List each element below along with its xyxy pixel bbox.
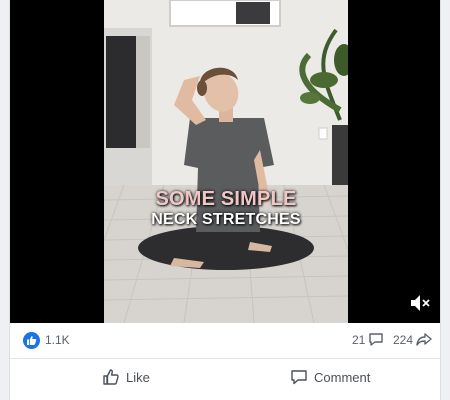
like-button-label: Like — [126, 369, 150, 385]
video-caption-line2: NECK STRETCHES — [151, 211, 301, 228]
video-scene — [104, 0, 348, 323]
comment-outline-icon — [291, 370, 307, 385]
post-actions-bar: Like Comment — [10, 359, 440, 395]
post-stats-bar: 1.1K 21 224 — [10, 323, 440, 359]
reaction-count[interactable]: 1.1K — [45, 333, 70, 347]
comment-count-link[interactable]: 21 — [352, 332, 384, 347]
comment-button[interactable]: Comment — [290, 362, 370, 392]
comment-bubble-icon — [369, 333, 384, 346]
share-arrow-icon — [416, 333, 432, 346]
post-card: SOME SIMPLE NECK STRETCHES 1.1K 21 224 L… — [9, 0, 441, 400]
video-frame[interactable]: SOME SIMPLE NECK STRETCHES — [104, 0, 348, 323]
share-count-link[interactable]: 224 — [393, 332, 432, 347]
like-outline-icon — [103, 369, 119, 385]
like-thumb-icon[interactable] — [23, 332, 40, 349]
comment-count: 21 — [352, 332, 366, 347]
video-caption-line1: SOME SIMPLE — [155, 188, 297, 210]
video-player[interactable]: SOME SIMPLE NECK STRETCHES — [10, 0, 440, 323]
speaker-muted-icon[interactable] — [408, 292, 432, 314]
like-button[interactable]: Like — [102, 362, 150, 392]
share-count: 224 — [393, 332, 414, 347]
comment-button-label: Comment — [314, 369, 371, 385]
